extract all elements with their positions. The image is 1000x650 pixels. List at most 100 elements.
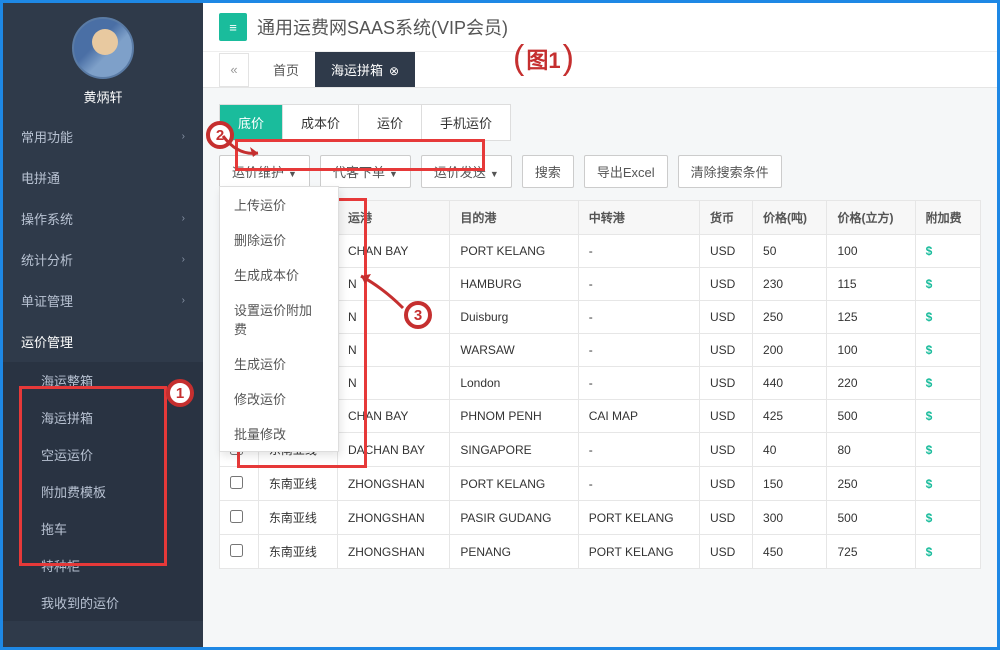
sidebar: 黄炳轩 常用功能› 电拼通 操作系统› 统计分析› 单证管理› 运价管理 海运整… xyxy=(3,3,203,647)
avatar[interactable] xyxy=(72,17,134,79)
close-icon[interactable]: ⊗ xyxy=(389,64,399,78)
dd-upload[interactable]: 上传运价 xyxy=(220,187,338,222)
sub-fcl[interactable]: 海运整箱 xyxy=(3,362,203,399)
sub-surcharge-tpl[interactable]: 附加费模板 xyxy=(3,473,203,510)
th-pt: 价格(吨) xyxy=(753,201,827,235)
cell-surcharge-icon[interactable]: $ xyxy=(915,433,980,467)
cell-surcharge-icon[interactable]: $ xyxy=(915,400,980,433)
th-via: 中转港 xyxy=(578,201,699,235)
dd-delete[interactable]: 删除运价 xyxy=(220,222,338,257)
cell-surcharge-icon[interactable]: $ xyxy=(915,367,980,400)
dd-modify[interactable]: 修改运价 xyxy=(220,381,338,416)
cell-dest: WARSAW xyxy=(450,334,578,367)
cell-surcharge-icon[interactable]: $ xyxy=(915,268,980,301)
tabs-row: « 首页 海运拼箱⊗ xyxy=(203,52,997,88)
clear-search-button[interactable]: 清除搜索条件 xyxy=(678,155,782,188)
dd-gen-cost[interactable]: 生成成本价 xyxy=(220,257,338,292)
th-surcharge: 附加费 xyxy=(915,201,980,235)
cell-surcharge-icon[interactable]: $ xyxy=(915,235,980,268)
table-row[interactable]: 东南亚线ZHONGSHANPORT KELANG-USD150250$ xyxy=(220,467,981,501)
cell-pt: 440 xyxy=(753,367,827,400)
cell-via: PORT KELANG xyxy=(578,501,699,535)
mode-tab-cost[interactable]: 成本价 xyxy=(283,105,359,140)
nav: 常用功能› 电拼通 操作系统› 统计分析› 单证管理› 运价管理 海运整箱 海运… xyxy=(3,116,203,647)
tabs-back-button[interactable]: « xyxy=(219,53,249,87)
chevron-right-icon: › xyxy=(182,254,185,265)
th-origin: 运港 xyxy=(337,201,449,235)
row-checkbox[interactable] xyxy=(230,476,243,489)
nav-item-stats[interactable]: 统计分析› xyxy=(3,239,203,280)
cell-surcharge-icon[interactable]: $ xyxy=(915,535,980,569)
cell-pt: 230 xyxy=(753,268,827,301)
cell-origin: CHAN BAY xyxy=(337,235,449,268)
content-area: 底价 成本价 运价 手机运价 运价维护▼ 上传运价 删除运价 生成成本价 设置运… xyxy=(203,88,997,647)
cell-pt: 425 xyxy=(753,400,827,433)
chevron-right-icon: › xyxy=(182,295,185,306)
menu-toggle-button[interactable]: ≡ xyxy=(219,13,247,41)
cell-cur: USD xyxy=(699,400,752,433)
chevron-right-icon: › xyxy=(182,213,185,224)
cell-origin: N xyxy=(337,268,449,301)
cell-origin: CHAN BAY xyxy=(337,400,449,433)
nav-item-rate-mgmt[interactable]: 运价管理 xyxy=(3,321,203,362)
cell-cur: USD xyxy=(699,433,752,467)
cell-pt: 250 xyxy=(753,301,827,334)
cell-pc: 500 xyxy=(827,400,915,433)
tab-home[interactable]: 首页 xyxy=(257,52,315,87)
cell-dest: PENANG xyxy=(450,535,578,569)
cell-via: - xyxy=(578,334,699,367)
cell-surcharge-icon[interactable]: $ xyxy=(915,301,980,334)
cell-via: PORT KELANG xyxy=(578,535,699,569)
caret-down-icon: ▼ xyxy=(389,169,398,179)
row-checkbox[interactable] xyxy=(230,544,243,557)
search-button[interactable]: 搜索 xyxy=(522,155,574,188)
cell-cur: USD xyxy=(699,367,752,400)
nav-item-dpt[interactable]: 电拼通 xyxy=(3,157,203,198)
cell-pc: 500 xyxy=(827,501,915,535)
profile-block: 黄炳轩 xyxy=(3,3,203,116)
sub-air[interactable]: 空运运价 xyxy=(3,436,203,473)
cell-via: - xyxy=(578,301,699,334)
caret-down-icon: ▼ xyxy=(490,169,499,179)
cell-pc: 125 xyxy=(827,301,915,334)
cell-via: CAI MAP xyxy=(578,400,699,433)
cell-cur: USD xyxy=(699,535,752,569)
cell-pc: 115 xyxy=(827,268,915,301)
tab-lcl[interactable]: 海运拼箱⊗ xyxy=(315,52,415,87)
sub-lcl[interactable]: 海运拼箱 xyxy=(3,399,203,436)
table-row[interactable]: 东南亚线ZHONGSHANPENANGPORT KELANGUSD450725$ xyxy=(220,535,981,569)
mode-tab-base[interactable]: 底价 xyxy=(220,105,283,140)
cell-origin: DACHAN BAY xyxy=(337,433,449,467)
sub-received[interactable]: 我收到的运价 xyxy=(3,584,203,621)
dd-gen-rate[interactable]: 生成运价 xyxy=(220,346,338,381)
export-excel-button[interactable]: 导出Excel xyxy=(584,155,668,188)
cell-surcharge-icon[interactable]: $ xyxy=(915,334,980,367)
rate-send-button[interactable]: 运价发送▼ xyxy=(421,155,512,188)
row-checkbox[interactable] xyxy=(230,510,243,523)
cell-origin: ZHONGSHAN xyxy=(337,535,449,569)
app-title: 通用运费网SAAS系统(VIP会员) xyxy=(257,14,508,40)
table-row[interactable]: 东南亚线ZHONGSHANPASIR GUDANGPORT KELANGUSD3… xyxy=(220,501,981,535)
toolbar: 运价维护▼ 上传运价 删除运价 生成成本价 设置运价附加费 生成运价 修改运价 … xyxy=(219,155,981,188)
cell-via: - xyxy=(578,467,699,501)
cell-via: - xyxy=(578,268,699,301)
mode-tab-rate[interactable]: 运价 xyxy=(359,105,422,140)
sub-trailer[interactable]: 拖车 xyxy=(3,510,203,547)
sub-special[interactable]: 特种柜 xyxy=(3,547,203,584)
agent-order-button[interactable]: 代客下单▼ xyxy=(320,155,411,188)
cell-pt: 40 xyxy=(753,433,827,467)
nav-item-ops[interactable]: 操作系统› xyxy=(3,198,203,239)
cell-pc: 100 xyxy=(827,235,915,268)
dd-batch[interactable]: 批量修改 xyxy=(220,416,338,451)
cell-surcharge-icon[interactable]: $ xyxy=(915,467,980,501)
dd-set-surcharge[interactable]: 设置运价附加费 xyxy=(220,292,338,346)
mode-tab-mobile[interactable]: 手机运价 xyxy=(422,105,510,140)
cell-pt: 150 xyxy=(753,467,827,501)
cell-pc: 220 xyxy=(827,367,915,400)
cell-pt: 300 xyxy=(753,501,827,535)
rate-maint-button[interactable]: 运价维护▼ xyxy=(219,155,310,188)
nav-item-docs[interactable]: 单证管理› xyxy=(3,280,203,321)
cell-surcharge-icon[interactable]: $ xyxy=(915,501,980,535)
nav-item-common[interactable]: 常用功能› xyxy=(3,116,203,157)
cell-dest: PHNOM PENH xyxy=(450,400,578,433)
